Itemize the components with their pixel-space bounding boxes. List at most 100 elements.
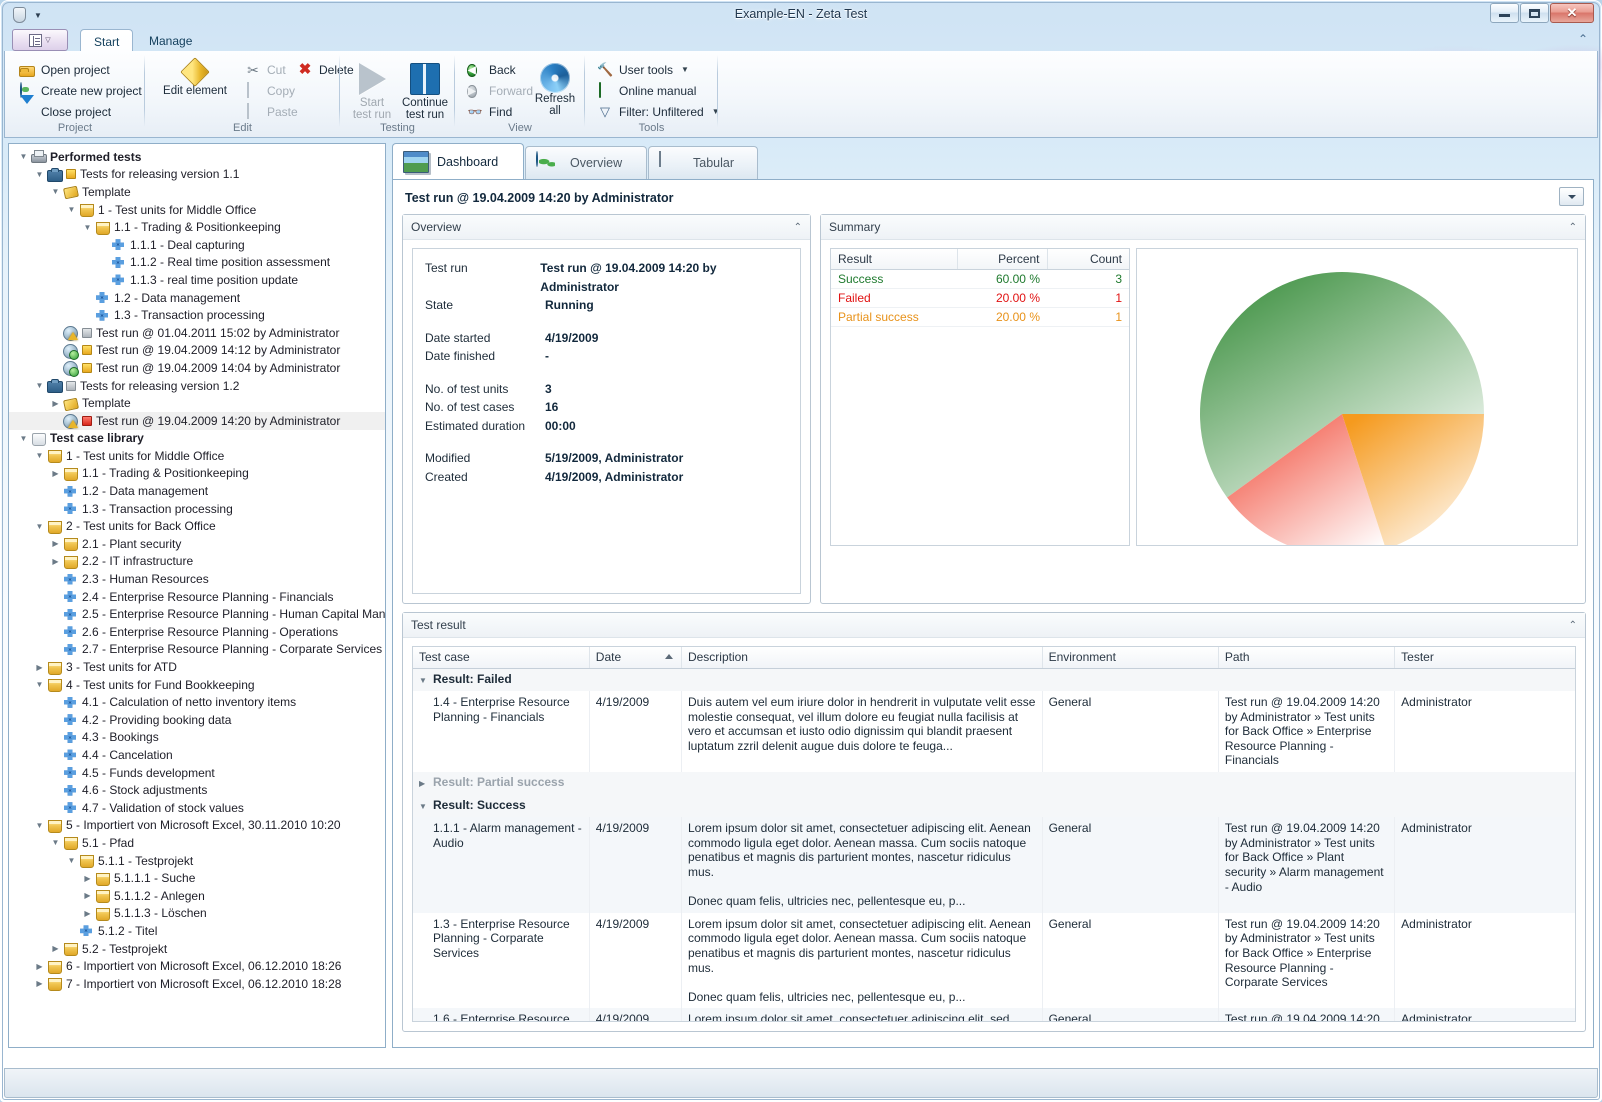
tree-item[interactable]: ▶ 3 - Test units for ATD — [9, 658, 385, 676]
tree-item[interactable]: 1.3 - Transaction processing — [9, 500, 385, 518]
find-button[interactable]: 👓 Find — [463, 101, 537, 122]
tree-item[interactable]: ▶ 5.1.1.3 - Löschen — [9, 905, 385, 923]
chevron-down-icon[interactable]: ▼ — [33, 379, 46, 392]
grid-col-date[interactable]: Date — [589, 647, 682, 669]
tree-item[interactable]: ▼ 4 - Test units for Fund Bookkeeping — [9, 676, 385, 694]
user-tools-button[interactable]: 🔨 User tools ▼ — [593, 59, 724, 80]
summary-row[interactable]: Failed 20.00 % 1 — [831, 288, 1129, 308]
tree-item[interactable]: ▶ 5.1.1.1 - Suche — [9, 869, 385, 887]
tab-tabular[interactable]: Tabular — [648, 146, 758, 179]
grid-col-tester[interactable]: Tester — [1394, 647, 1575, 669]
grid-col-description[interactable]: Description — [681, 647, 1043, 669]
test-result-grid[interactable]: Test case Date Description Environment P… — [413, 647, 1575, 1021]
tree-item[interactable]: ▼ Test case library — [9, 430, 385, 448]
tree-item[interactable]: 1.3 - Transaction processing — [9, 306, 385, 324]
chevron-down-icon[interactable]: ▼ — [33, 520, 46, 533]
summary-row[interactable]: Success 60.00 % 3 — [831, 269, 1129, 289]
grid-col-environment[interactable]: Environment — [1042, 647, 1219, 669]
tree-item[interactable]: ▼ 5 - Importiert von Microsoft Excel, 30.… — [9, 817, 385, 835]
copy-button[interactable]: Copy — [241, 80, 302, 101]
tree-item[interactable]: ▼ 1.1 - Trading & Positionkeeping — [9, 218, 385, 236]
paste-button[interactable]: Paste — [241, 101, 302, 122]
collapse-icon[interactable]: ⌃ — [794, 222, 802, 233]
chevron-down-icon[interactable]: ▼ — [33, 449, 46, 462]
project-tree[interactable]: ▼ Performed tests ▼ Tests for releasing ver… — [9, 148, 385, 993]
tree-item[interactable]: Test run @ 19.04.2009 14:04 by Administr… — [9, 359, 385, 378]
chevron-down-icon[interactable]: ▼ — [49, 185, 62, 198]
tree-item[interactable]: 2.7 - Enterprise Resource Planning - Cor… — [9, 641, 385, 659]
chevron-down-icon[interactable]: ▼ — [17, 150, 30, 163]
summary-row[interactable]: Partial success 20.00 % 1 — [831, 307, 1129, 327]
chevron-right-icon[interactable]: ▶ — [49, 537, 62, 550]
tree-item[interactable]: 2.6 - Enterprise Resource Planning - Ope… — [9, 623, 385, 641]
chevron-right-icon[interactable]: ▶ — [49, 555, 62, 568]
tree-item[interactable]: Test run @ 19.04.2009 14:12 by Administr… — [9, 342, 385, 360]
continue-test-run-button[interactable]: Continue test run — [398, 60, 452, 123]
create-new-project-button[interactable]: Create new project — [15, 80, 146, 101]
tree-item[interactable]: ▼ Tests for releasing version 1.2 — [9, 377, 385, 395]
table-row[interactable]: 1.3 - Enterprise Resource Planning - Cor… — [413, 912, 1575, 1009]
grid-group-header[interactable]: ▼ Result: Success — [413, 794, 1575, 818]
tab-dashboard[interactable]: Dashboard — [392, 143, 524, 179]
chevron-down-icon[interactable]: ▼ — [33, 678, 46, 691]
close-button[interactable]: ✕ — [1550, 3, 1594, 23]
tree-item[interactable]: 4.3 - Bookings — [9, 729, 385, 747]
tree-item[interactable]: ▶ 1.1 - Trading & Positionkeeping — [9, 465, 385, 483]
tree-item[interactable]: ▼ 5.1.1 - Testprojekt — [9, 852, 385, 870]
tree-item[interactable]: 4.4 - Cancelation — [9, 746, 385, 764]
chevron-right-icon[interactable]: ▶ — [49, 942, 62, 955]
forward-button[interactable]: ▶ Forward — [463, 80, 537, 101]
grid-col-path[interactable]: Path — [1218, 647, 1396, 669]
tree-item[interactable]: ▶ Template — [9, 394, 385, 412]
filter-button[interactable]: ▽ Filter: Unfiltered ▼ — [593, 101, 724, 122]
edit-element-button[interactable]: Edit element — [155, 57, 235, 99]
open-project-button[interactable]: Open project — [15, 59, 146, 80]
summary-table-container[interactable]: Result Percent Count Success 60.00 % 3 Fail… — [830, 248, 1130, 546]
tree-item[interactable]: 1.2 - Data management — [9, 289, 385, 307]
grid-group-header[interactable]: ▶ Result: Partial success — [413, 772, 1575, 795]
collapse-icon[interactable]: ⌃ — [1569, 620, 1577, 631]
chevron-right-icon[interactable]: ▶ — [49, 397, 62, 410]
tree-item[interactable]: ▶ 2.2 - IT infrastructure — [9, 553, 385, 571]
tree-item[interactable]: 2.4 - Enterprise Resource Planning - Fin… — [9, 588, 385, 606]
grid-col-testcase[interactable]: Test case — [413, 647, 590, 669]
refresh-all-button[interactable]: Refresh all — [531, 61, 579, 119]
online-manual-button[interactable]: Online manual — [593, 80, 724, 101]
tree-item[interactable]: 1.1.3 - real time position update — [9, 271, 385, 289]
tree-item[interactable]: Test run @ 01.04.2011 15:02 by Administr… — [9, 324, 385, 342]
collapse-icon[interactable]: ⌃ — [1569, 222, 1577, 233]
chevron-right-icon[interactable]: ▶ — [49, 467, 62, 480]
tree-item[interactable]: ▼ Performed tests — [9, 148, 385, 166]
tree-item[interactable]: 1.1.1 - Deal capturing — [9, 236, 385, 254]
tree-item[interactable]: 4.7 - Validation of stock values — [9, 799, 385, 817]
tree-item[interactable]: Test run @ 19.04.2009 14:20 by Administr… — [9, 411, 385, 430]
tree-item[interactable]: ▶ 2.1 - Plant security — [9, 535, 385, 553]
application-menu-button[interactable]: ▽ — [12, 29, 68, 51]
chevron-right-icon[interactable]: ▶ — [81, 872, 94, 885]
tab-start[interactable]: Start — [80, 29, 134, 53]
chevron-down-icon[interactable]: ▼ — [33, 168, 46, 181]
table-row[interactable]: 1.6 - Enterprise Resource Planning - Ope… — [413, 1008, 1575, 1021]
summary-col-count[interactable]: Count — [1047, 249, 1129, 270]
tree-item[interactable]: 4.1 - Calculation of netto inventory ite… — [9, 693, 385, 711]
view-options-dropdown[interactable] — [1559, 187, 1584, 206]
tree-item[interactable]: ▶ 7 - Importiert von Microsoft Excel, 06.… — [9, 975, 385, 993]
chevron-down-icon[interactable]: ▼ — [419, 800, 433, 815]
tree-item[interactable]: ▼ 1 - Test units for Middle Office — [9, 447, 385, 465]
tree-item[interactable]: 1.1.2 - Real time position assessment — [9, 254, 385, 272]
chevron-right-icon[interactable]: ▶ — [81, 907, 94, 920]
minimize-button[interactable] — [1490, 3, 1519, 23]
chevron-right-icon[interactable]: ▶ — [33, 977, 46, 990]
test-result-grid-container[interactable]: Test case Date Description Environment P… — [412, 646, 1576, 1022]
summary-table[interactable]: Result Percent Count Success 60.00 % 3 Fail… — [831, 249, 1129, 327]
tab-manage[interactable]: Manage — [136, 30, 205, 52]
tree-item[interactable]: 1.2 - Data management — [9, 482, 385, 500]
ribbon-collapse-icon[interactable]: ⌃ — [1578, 32, 1588, 46]
table-row[interactable]: 1.4 - Enterprise Resource Planning - Fin… — [413, 691, 1575, 773]
chevron-down-icon[interactable]: ▼ — [65, 203, 78, 216]
tree-item[interactable]: ▼ 5.1 - Pfad — [9, 834, 385, 852]
close-project-button[interactable]: Close project — [15, 94, 146, 122]
maximize-button[interactable] — [1520, 3, 1549, 23]
chevron-right-icon[interactable]: ▶ — [419, 777, 433, 792]
chevron-right-icon[interactable]: ▶ — [33, 661, 46, 674]
